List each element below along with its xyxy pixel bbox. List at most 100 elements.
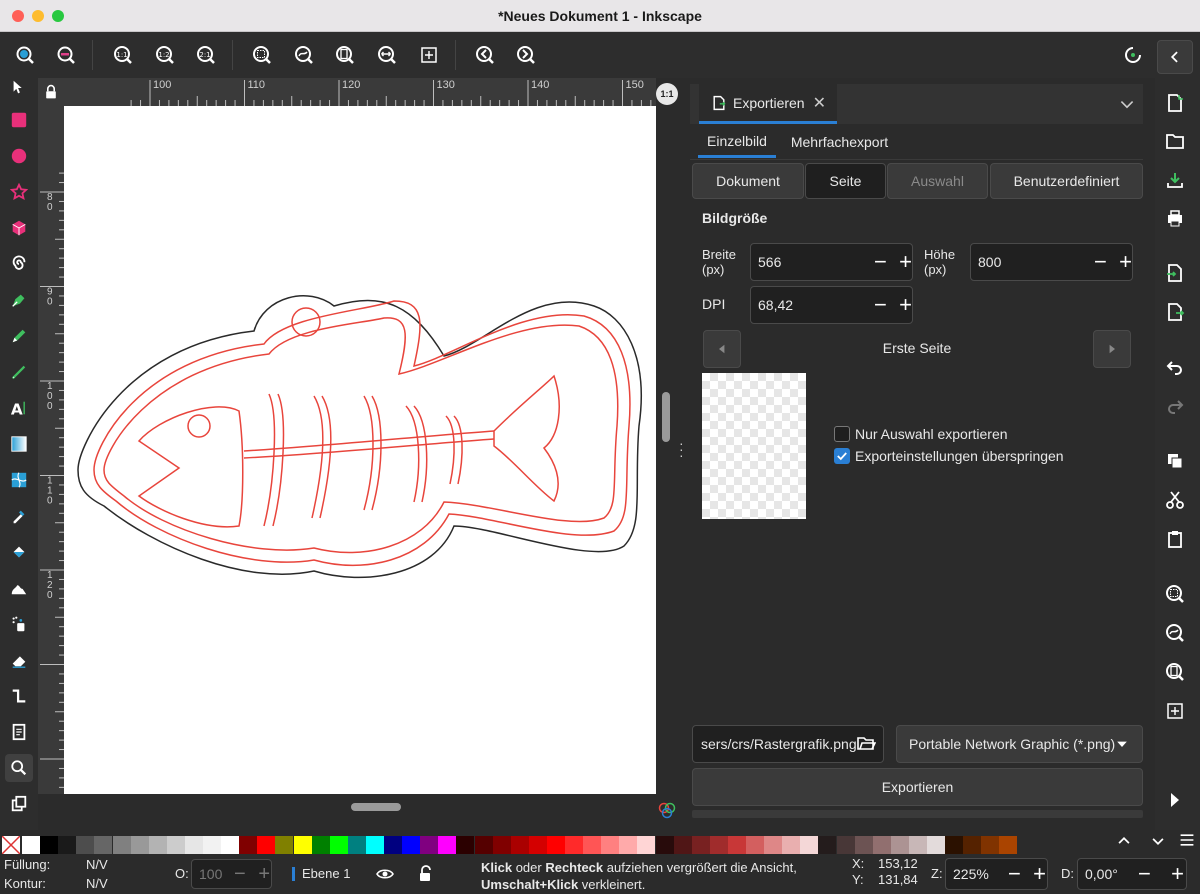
- palette-scroll-down[interactable]: [1146, 830, 1170, 852]
- plus-icon[interactable]: +: [899, 249, 912, 275]
- palette-swatch[interactable]: [727, 836, 746, 854]
- palette-scroll-up[interactable]: [1112, 830, 1136, 852]
- dpi-stepper[interactable]: − +: [874, 292, 912, 318]
- palette-swatch[interactable]: [438, 836, 457, 854]
- horizontal-scroll-thumb[interactable]: [351, 803, 401, 811]
- subtab-mehrfachexport[interactable]: Mehrfachexport: [782, 126, 897, 158]
- palette-swatch[interactable]: [384, 836, 402, 854]
- palette-swatch[interactable]: [546, 836, 565, 854]
- zoom-next-button[interactable]: [512, 41, 540, 69]
- close-tab-icon[interactable]: ✕: [813, 93, 826, 113]
- export-button[interactable]: Exportieren: [692, 768, 1143, 806]
- palette-swatch[interactable]: [420, 836, 439, 854]
- palette-swatch[interactable]: [963, 836, 982, 854]
- zoom-drawing-side-button[interactable]: [1160, 618, 1190, 648]
- browse-folder-button[interactable]: [856, 733, 877, 753]
- opacity-stepper[interactable]: − +: [234, 862, 270, 886]
- redo-button[interactable]: [1160, 391, 1190, 421]
- horizontal-scrollbar[interactable]: [64, 794, 656, 822]
- palette-swatch[interactable]: [945, 836, 964, 854]
- width-stepper[interactable]: − +: [874, 249, 912, 275]
- undo-button[interactable]: [1160, 352, 1190, 382]
- palette-swatch[interactable]: [655, 836, 674, 854]
- tool-ellipse[interactable]: [5, 142, 33, 170]
- palette-swatch[interactable]: [402, 836, 421, 854]
- palette-swatch[interactable]: [474, 836, 493, 854]
- minus-icon[interactable]: −: [1008, 861, 1021, 887]
- more-commands-button[interactable]: [1160, 785, 1190, 815]
- zoom-1-1-button[interactable]: 1:1: [109, 41, 137, 69]
- zoom-stepper[interactable]: − +: [1008, 861, 1046, 887]
- palette-swatch[interactable]: [528, 836, 547, 854]
- tool-zoom[interactable]: [5, 754, 33, 782]
- filetype-select[interactable]: Portable Network Graphic (*.png): [896, 725, 1143, 763]
- palette-swatch[interactable]: [456, 836, 475, 854]
- minus-icon[interactable]: −: [874, 249, 887, 275]
- plus-icon[interactable]: +: [258, 863, 270, 886]
- tool-paint-bucket[interactable]: [5, 538, 33, 566]
- layer-visibility-toggle[interactable]: [375, 864, 395, 884]
- new-document-button[interactable]: [1160, 88, 1190, 118]
- next-page-button[interactable]: [1093, 330, 1131, 368]
- palette-menu-button[interactable]: [1176, 828, 1198, 852]
- palette-swatch[interactable]: [329, 836, 348, 854]
- tool-spray[interactable]: [5, 610, 33, 638]
- zoom-selection-side-button[interactable]: [1160, 579, 1190, 609]
- current-layer[interactable]: Ebene 1: [302, 866, 350, 881]
- palette-swatch[interactable]: [601, 836, 620, 854]
- minus-icon[interactable]: −: [1094, 249, 1107, 275]
- palette-swatch[interactable]: [800, 836, 819, 854]
- tool-rectangle[interactable]: [5, 106, 33, 134]
- palette-swatch[interactable]: [583, 836, 602, 854]
- tool-spiral[interactable]: [5, 250, 33, 278]
- palette-swatch[interactable]: [691, 836, 710, 854]
- palette-swatch[interactable]: [908, 836, 927, 854]
- palette-swatch[interactable]: [275, 836, 294, 854]
- zoom-out-button[interactable]: [52, 41, 80, 69]
- palette-swatch[interactable]: [836, 836, 855, 854]
- palette-swatch[interactable]: [130, 836, 149, 854]
- zoom-drawing-button[interactable]: [290, 41, 318, 69]
- zoom-1-2-button[interactable]: 1:2: [151, 41, 179, 69]
- palette-swatch[interactable]: [166, 836, 185, 854]
- palette-swatch[interactable]: [637, 836, 656, 854]
- no-paint-swatch[interactable]: [1, 835, 21, 855]
- palette-swatch[interactable]: [619, 836, 638, 854]
- snap-toggle-button[interactable]: [1119, 41, 1147, 69]
- open-button[interactable]: [1160, 126, 1190, 156]
- palette-swatch[interactable]: [565, 836, 583, 854]
- cut-button[interactable]: [1160, 485, 1190, 515]
- tool-3d-box[interactable]: [5, 214, 33, 242]
- palette-swatch[interactable]: [22, 836, 40, 854]
- plus-icon[interactable]: +: [1119, 249, 1132, 275]
- area-page-button[interactable]: Seite: [805, 163, 886, 199]
- palette-swatch[interactable]: [981, 836, 1000, 854]
- palette-swatch[interactable]: [818, 836, 837, 854]
- tool-selector[interactable]: [5, 78, 33, 98]
- tab-exportieren[interactable]: Exportieren ✕: [699, 84, 837, 124]
- palette-swatch[interactable]: [764, 836, 783, 854]
- palette-swatch[interactable]: [58, 836, 77, 854]
- palette-swatch[interactable]: [76, 836, 95, 854]
- skip-settings-checkbox[interactable]: [834, 448, 850, 464]
- command-panel-toggle-button[interactable]: [1157, 40, 1193, 74]
- palette-swatch[interactable]: [673, 836, 692, 854]
- tool-connector[interactable]: [5, 682, 33, 710]
- minus-icon[interactable]: −: [874, 292, 887, 318]
- display-mode-button[interactable]: [657, 800, 677, 820]
- tool-mesh[interactable]: [5, 466, 33, 494]
- print-button[interactable]: [1160, 203, 1190, 233]
- palette-swatch[interactable]: [854, 836, 873, 854]
- zoom-center-side-button[interactable]: [1160, 696, 1190, 726]
- tool-tweak[interactable]: [5, 574, 33, 602]
- vertical-scrollbar[interactable]: [656, 106, 678, 794]
- palette-swatch[interactable]: [347, 836, 366, 854]
- area-selection-button[interactable]: Auswahl: [887, 163, 988, 199]
- palette-swatch[interactable]: [94, 836, 113, 854]
- zoom-2-1-button[interactable]: 2:1: [192, 41, 220, 69]
- stroke-value[interactable]: N/V: [86, 876, 108, 891]
- palette-swatch[interactable]: [709, 836, 728, 854]
- zoom-in-button[interactable]: [11, 41, 39, 69]
- ruler-corner[interactable]: [38, 78, 64, 106]
- plus-icon[interactable]: +: [1033, 861, 1046, 887]
